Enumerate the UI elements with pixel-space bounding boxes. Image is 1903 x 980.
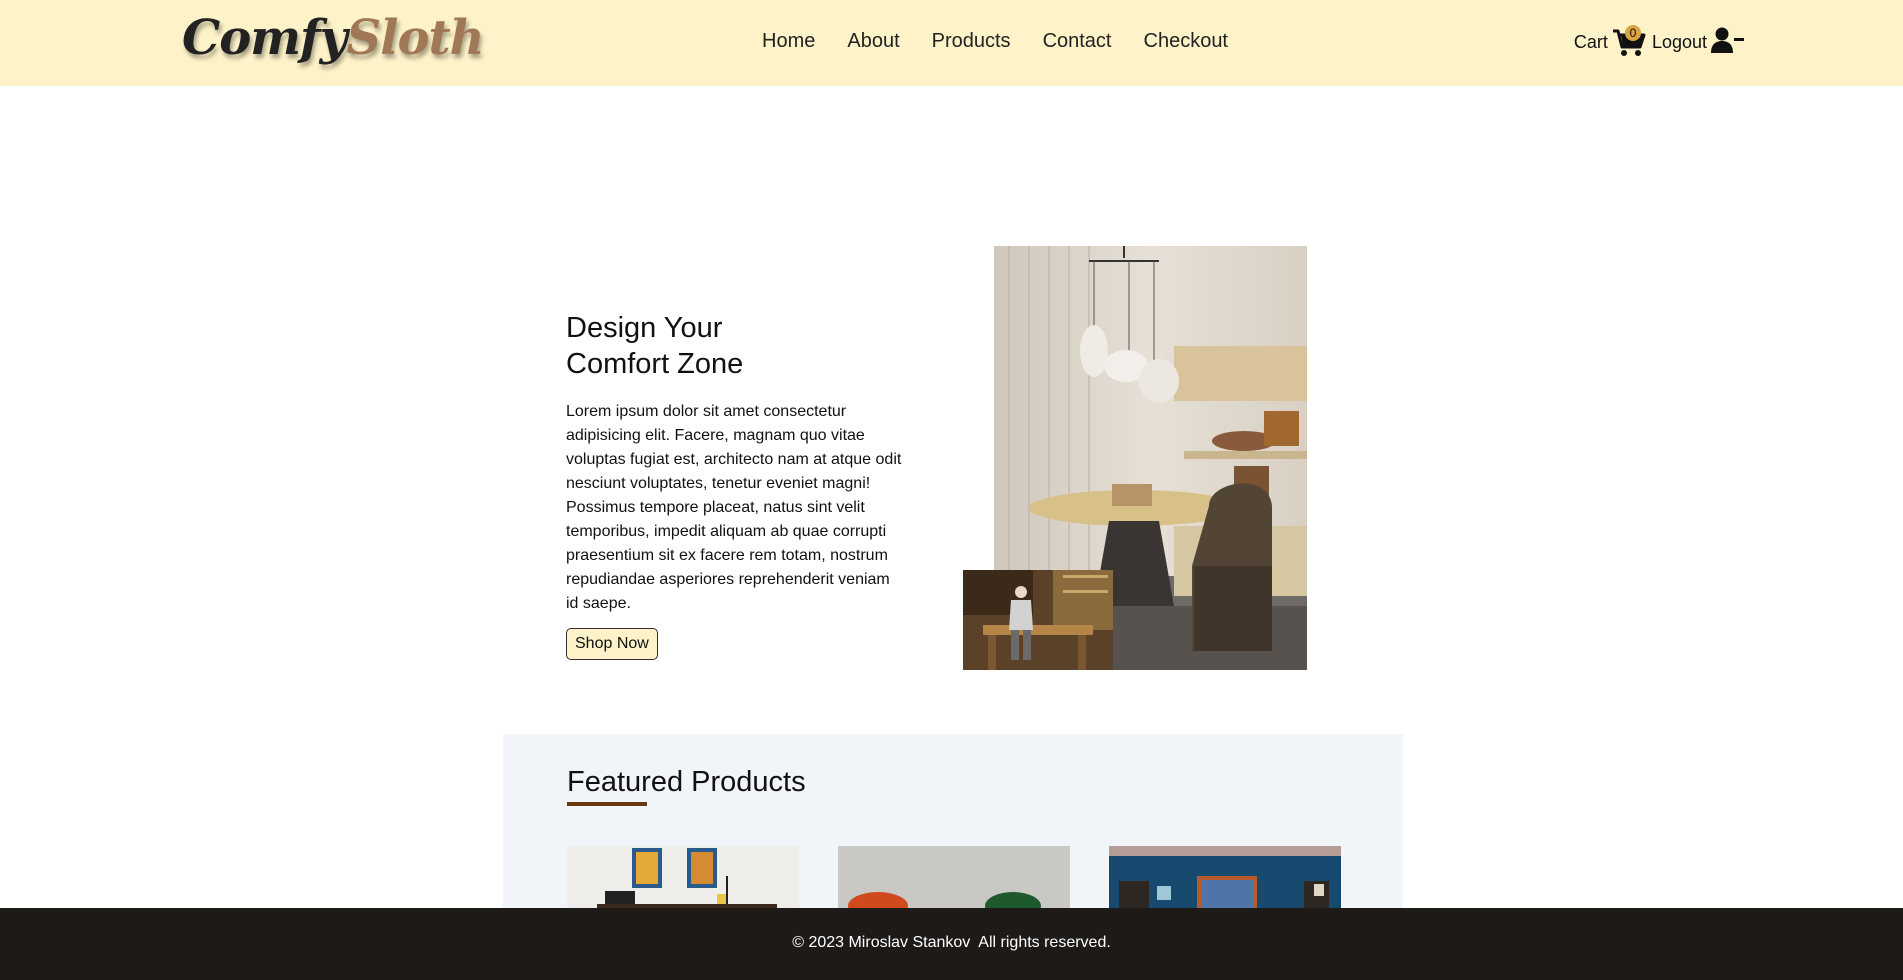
nav-link-products[interactable]: Products xyxy=(932,30,1011,53)
hero-description: Lorem ipsum dolor sit amet consectetur a… xyxy=(566,403,902,612)
user-minus-icon xyxy=(1711,26,1745,59)
featured-title: Featured Products xyxy=(567,766,806,798)
nav-link-about[interactable]: About xyxy=(847,30,899,53)
cart-icon: 0 xyxy=(1612,24,1646,59)
hero-title-line-2: Comfort Zone xyxy=(566,348,744,380)
footer-copyright: © 2023 Miroslav Stankov All rights reser… xyxy=(792,934,1111,951)
navbar: ComfySloth Home About Products Contact C… xyxy=(0,0,1903,86)
nav-link-contact[interactable]: Contact xyxy=(1043,30,1112,53)
cart-label: Cart xyxy=(1573,32,1608,52)
hero-title-line-1: Design Your xyxy=(566,312,723,344)
nav-link-checkout[interactable]: Checkout xyxy=(1144,30,1229,53)
nav-actions: Cart 0 Logout xyxy=(1573,24,1745,59)
footer: © 2023 Miroslav Stankov All rights reser… xyxy=(0,908,1903,980)
logout-button[interactable]: Logout xyxy=(1652,26,1745,59)
main-nav: Home About Products Contact Checkout xyxy=(762,30,1228,53)
featured-title-underline xyxy=(567,802,647,806)
cart-count-badge: 0 xyxy=(1624,24,1641,41)
logout-label: Logout xyxy=(1651,32,1707,52)
logo-part-comfy: Comfy xyxy=(182,10,348,66)
cart-button[interactable]: Cart 0 xyxy=(1573,24,1646,59)
shop-now-button[interactable]: Shop Now xyxy=(566,628,658,660)
hero-image-carpenter xyxy=(963,570,1113,670)
nav-link-home[interactable]: Home xyxy=(762,30,815,53)
hero-title: Design Your Comfort Zone xyxy=(566,310,906,382)
logo-part-sloth: Sloth xyxy=(346,10,485,66)
hero-section: Design Your Comfort Zone Lorem ipsum dol… xyxy=(566,310,906,660)
logo[interactable]: ComfySloth xyxy=(182,10,485,66)
